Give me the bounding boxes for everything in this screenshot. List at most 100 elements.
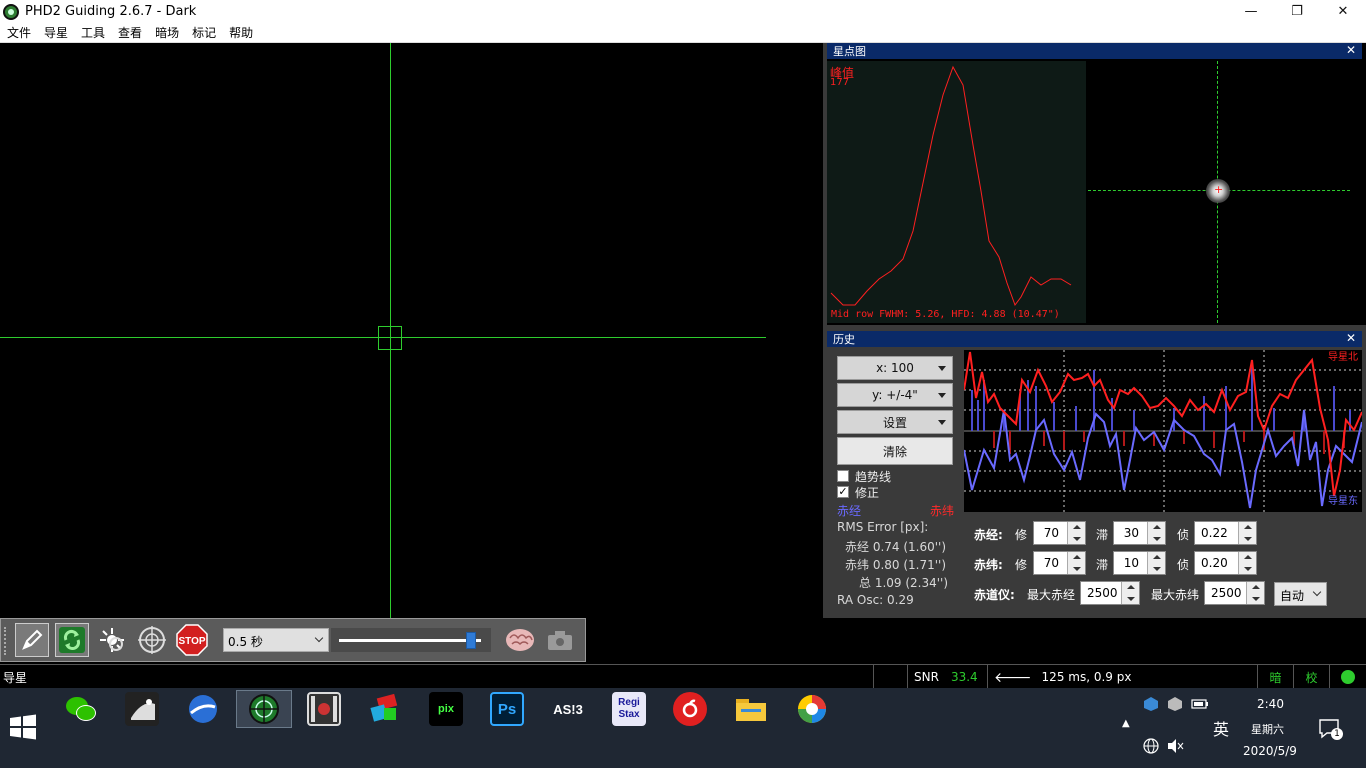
settings-label: 设置 [882, 415, 907, 430]
max-dec-spinner[interactable]: 2500 [1204, 581, 1265, 605]
status-text: 导星 [3, 671, 28, 685]
spinner-arrows[interactable] [1121, 582, 1139, 604]
star-zoom-view: + [1088, 61, 1350, 323]
dec-minmo-spinner[interactable]: 10 [1113, 551, 1166, 575]
max-dec-label: 最大赤纬 [1151, 588, 1200, 602]
menu-tools[interactable]: 工具 [74, 24, 111, 41]
spinner-arrows[interactable] [1246, 582, 1264, 604]
ra-aggression-spinner[interactable]: 70 [1033, 521, 1086, 545]
brain-settings-button[interactable] [503, 623, 537, 657]
spin-down-icon [1073, 537, 1081, 541]
menu-bookmarks[interactable]: 标记 [185, 24, 222, 41]
guide-camera-view[interactable] [0, 43, 823, 618]
stop-button[interactable]: STOP [175, 623, 209, 657]
auto-select-star-button[interactable] [95, 623, 129, 657]
fwhm-readout: Mid row FWHM: 5.26, HFD: 4.88 (10.47") [831, 309, 1060, 320]
menu-file[interactable]: 文件 [0, 24, 37, 41]
taskbar-file-explorer[interactable] [725, 690, 777, 728]
spinner-arrows[interactable] [1067, 522, 1085, 544]
taskbar-google-earth[interactable] [177, 690, 229, 728]
spinner-arrows[interactable] [1238, 522, 1256, 544]
menu-help[interactable]: 帮助 [222, 24, 259, 41]
exposure-select[interactable]: 0.5 秒 [223, 628, 329, 652]
ra-hysteresis-spinner[interactable]: 30 [1113, 521, 1166, 545]
dec-guide-mode-select[interactable]: 自动 [1274, 582, 1327, 606]
gamma-slider[interactable] [331, 628, 491, 652]
taskbar-netease-music[interactable] [664, 690, 716, 728]
y-scale-button[interactable]: y: +/-4" [837, 383, 953, 407]
corrections-checkbox[interactable]: ✓ [837, 486, 849, 498]
history-clear-button[interactable]: 清除 [837, 437, 953, 465]
corrections-label: 修正 [855, 486, 880, 500]
tray-overflow-icon[interactable]: ▲ [1122, 718, 1130, 729]
clock-time[interactable]: 2:40 [1257, 697, 1284, 711]
menu-view[interactable]: 查看 [111, 24, 148, 41]
spin-up-icon [1244, 525, 1252, 529]
asi-icon: AS!3 [551, 692, 585, 726]
x-scale-button[interactable]: x: 100 [837, 356, 953, 380]
equipment-settings-button[interactable] [543, 623, 577, 657]
taskbar-mosaic[interactable] [359, 690, 411, 728]
taskbar-pixinsight[interactable]: pix [420, 690, 472, 728]
right-panel: 星点图 ✕ 峰值 177 Mid row FWHM: 5.26, HFD: 4.… [823, 43, 1366, 618]
clock-date[interactable]: 2020/5/9 [1243, 744, 1297, 758]
history-settings-button[interactable]: 设置 [837, 410, 953, 434]
profile-button[interactable] [15, 623, 49, 657]
crosshair-icon [138, 626, 166, 654]
network-icon[interactable] [1143, 738, 1159, 757]
menu-guide[interactable]: 导星 [37, 24, 74, 41]
start-button[interactable] [8, 712, 38, 742]
guide-button[interactable] [135, 623, 169, 657]
taskbar-browser[interactable] [786, 690, 838, 728]
ime-indicator[interactable]: 英 [1213, 716, 1229, 740]
brain-icon [506, 629, 534, 651]
maximize-button[interactable]: ❐ [1274, 0, 1320, 23]
gamma-slider-thumb[interactable] [466, 632, 477, 649]
taskbar-photoshop[interactable]: Ps [481, 690, 533, 728]
star-profile-pane: 星点图 ✕ 峰值 177 Mid row FWHM: 5.26, HFD: 4.… [827, 43, 1366, 325]
taskbar-registax[interactable]: Regi Stax [603, 690, 655, 728]
pixinsight-icon: pix [429, 692, 463, 726]
taskbar-stellarium[interactable] [116, 690, 168, 728]
menu-darks[interactable]: 暗场 [148, 24, 185, 41]
status-bar: 导星 SNR 33.4 🡐 125 ms, 0.9 px 暗 校 [0, 664, 1366, 689]
dec-minmove-spinner[interactable]: 0.20 [1194, 551, 1257, 575]
battery-icon[interactable] [1191, 698, 1209, 713]
taskbar-video[interactable] [298, 690, 350, 728]
title-bar: PHD2 Guiding 2.6.7 - Dark — ❐ ✕ [0, 0, 1366, 23]
tray-app-icon-2[interactable] [1167, 696, 1183, 715]
spinner-arrows[interactable] [1238, 552, 1256, 574]
guide-pulse-cell: 🡐 125 ms, 0.9 px [987, 665, 1257, 689]
minimize-button[interactable]: — [1228, 0, 1274, 23]
close-button[interactable]: ✕ [1320, 0, 1366, 23]
dec-minmove-label: 侦 [1177, 558, 1190, 572]
spin-down-icon [1252, 597, 1260, 601]
netease-music-icon [673, 692, 707, 726]
ra-minmove-spinner[interactable]: 0.22 [1194, 521, 1257, 545]
spin-up-icon [1073, 555, 1081, 559]
registax-icon: Regi Stax [612, 692, 646, 726]
tray-app-icon-1[interactable] [1143, 696, 1159, 715]
spinner-arrows[interactable] [1147, 522, 1165, 544]
taskbar-asi[interactable]: AS!3 [542, 690, 594, 728]
ra-params-label: 赤经: [974, 528, 1003, 542]
spin-down-icon [1153, 537, 1161, 541]
toolbar-grip[interactable] [4, 627, 8, 655]
ra-hysteresis-label: 滞 [1096, 528, 1109, 542]
star-profile-close-icon[interactable]: ✕ [1346, 43, 1356, 57]
trendline-checkbox[interactable] [837, 470, 849, 482]
registax-label-bottom: Stax [618, 709, 640, 720]
taskbar-wechat[interactable] [55, 690, 107, 728]
taskbar-phd2[interactable] [236, 690, 292, 728]
spinner-arrows[interactable] [1147, 552, 1165, 574]
max-ra-spinner[interactable]: 2500 [1080, 581, 1140, 605]
spinner-arrows[interactable] [1067, 552, 1085, 574]
loop-button[interactable] [55, 623, 89, 657]
loop-icon [59, 627, 85, 653]
clock-weekday[interactable]: 星期六 [1251, 721, 1284, 737]
history-close-icon[interactable]: ✕ [1346, 331, 1356, 345]
stellarium-icon [125, 692, 159, 726]
dec-aggression-spinner[interactable]: 70 [1033, 551, 1086, 575]
camera-settings-icon [548, 631, 572, 650]
volume-muted-icon[interactable] [1167, 738, 1185, 757]
